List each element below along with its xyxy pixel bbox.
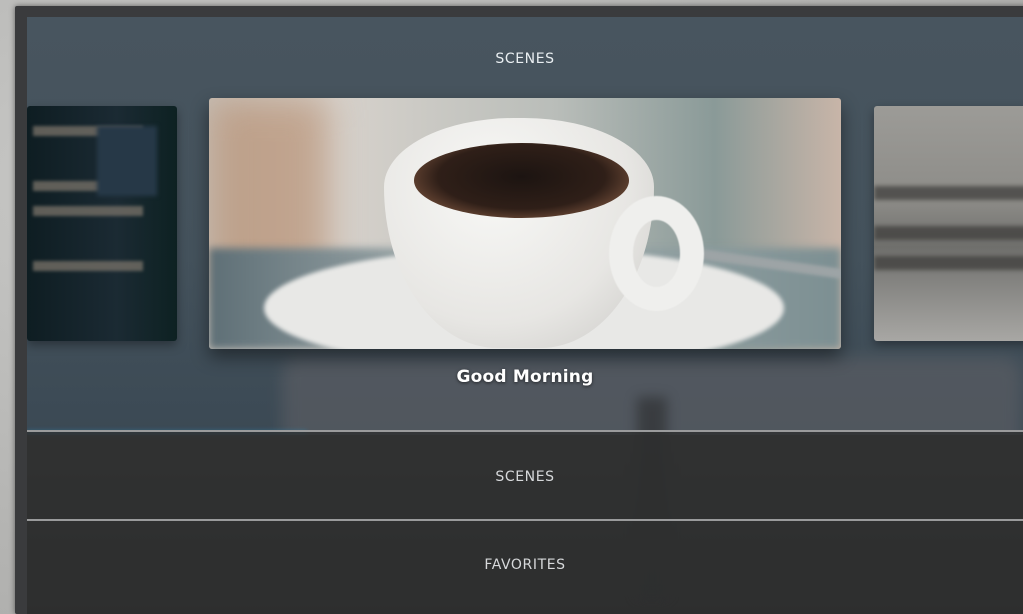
tab-favorites[interactable]: FAVORITES [27,519,1023,614]
scene-card-good-morning[interactable] [209,98,841,349]
scene-card-left[interactable] [27,106,177,341]
shelf [33,261,143,271]
scene-title: Good Morning [456,367,594,387]
stripe [874,256,1023,270]
book [97,126,157,196]
stripe [874,186,1023,200]
tv-screen: SCENES Good Morning SCENES FAVORITES [27,17,1023,614]
cup-handle [609,196,704,311]
scene-card-right[interactable] [874,106,1023,341]
tab-favorites-label: FAVORITES [484,557,566,573]
coffee [414,143,629,218]
shelf [33,206,143,216]
tab-scenes-label: SCENES [495,469,555,485]
page-title: SCENES [495,51,555,67]
tab-scenes[interactable]: SCENES [27,430,1023,520]
stripe [874,226,1023,240]
